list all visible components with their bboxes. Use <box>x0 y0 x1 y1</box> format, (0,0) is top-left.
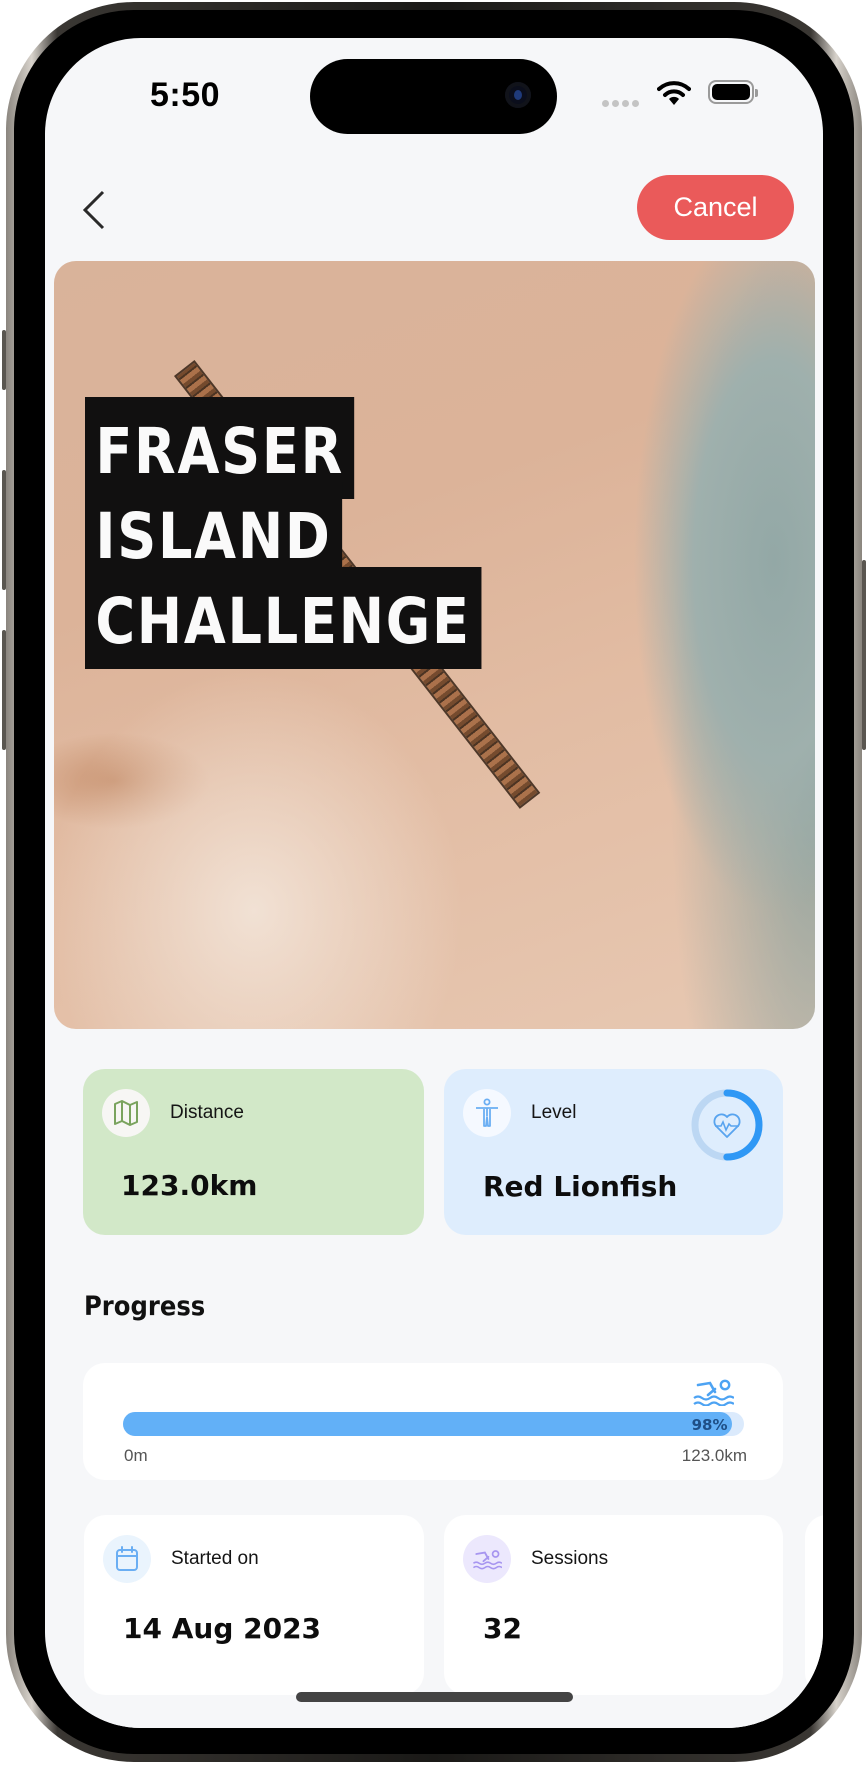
volume-down-button <box>2 630 6 750</box>
back-button[interactable] <box>79 186 115 234</box>
progress-section-title: Progress <box>84 1291 206 1322</box>
status-time: 5:50 <box>150 76 221 114</box>
started-on-card[interactable]: Started on 14 Aug 2023 <box>84 1515 424 1695</box>
swimmer-icon <box>692 1378 735 1411</box>
level-value: Red Lionfish <box>483 1170 678 1203</box>
map-icon <box>102 1089 150 1137</box>
hero-title-line-3: CHALLENGE <box>85 567 482 669</box>
side-button <box>2 330 6 390</box>
distance-value: 123.0km <box>121 1169 258 1202</box>
power-button <box>862 560 866 750</box>
swimmer-icon <box>463 1535 511 1583</box>
next-info-card[interactable] <box>805 1515 823 1695</box>
started-on-label: Started on <box>171 1548 259 1569</box>
calendar-icon <box>103 1535 151 1583</box>
distance-card[interactable]: Distance 123.0km <box>83 1069 424 1235</box>
sessions-card[interactable]: Sessions 32 <box>444 1515 783 1695</box>
distance-label: Distance <box>170 1102 244 1123</box>
sessions-value: 32 <box>483 1612 522 1645</box>
level-label: Level <box>531 1102 577 1123</box>
progress-start-label: 0m <box>124 1446 148 1465</box>
wifi-icon <box>657 80 691 111</box>
sessions-label: Sessions <box>531 1548 609 1569</box>
progress-end-label: 123.0km <box>681 1446 747 1465</box>
heart-pulse-icon <box>713 1113 741 1138</box>
started-on-value: 14 Aug 2023 <box>123 1612 322 1645</box>
signal-icon <box>602 100 639 107</box>
hero-image: FRASER ISLAND CHALLENGE <box>54 261 815 1029</box>
battery-icon <box>708 80 758 104</box>
front-camera <box>505 82 531 108</box>
accessibility-icon <box>463 1089 511 1137</box>
app-screen: 5:50 Cancel FRASER ISLAND CHALLENGE Dist… <box>45 38 823 1728</box>
level-card[interactable]: Level Red Lionfish <box>444 1069 783 1235</box>
progress-percent: 98% <box>691 1416 728 1434</box>
progress-bar-fill <box>123 1412 732 1436</box>
level-progress-ring <box>691 1089 763 1161</box>
home-indicator[interactable] <box>296 1692 573 1702</box>
progress-bar <box>123 1412 744 1436</box>
chevron-left-icon <box>82 190 105 230</box>
volume-up-button <box>2 470 6 590</box>
cancel-button[interactable]: Cancel <box>637 175 794 240</box>
